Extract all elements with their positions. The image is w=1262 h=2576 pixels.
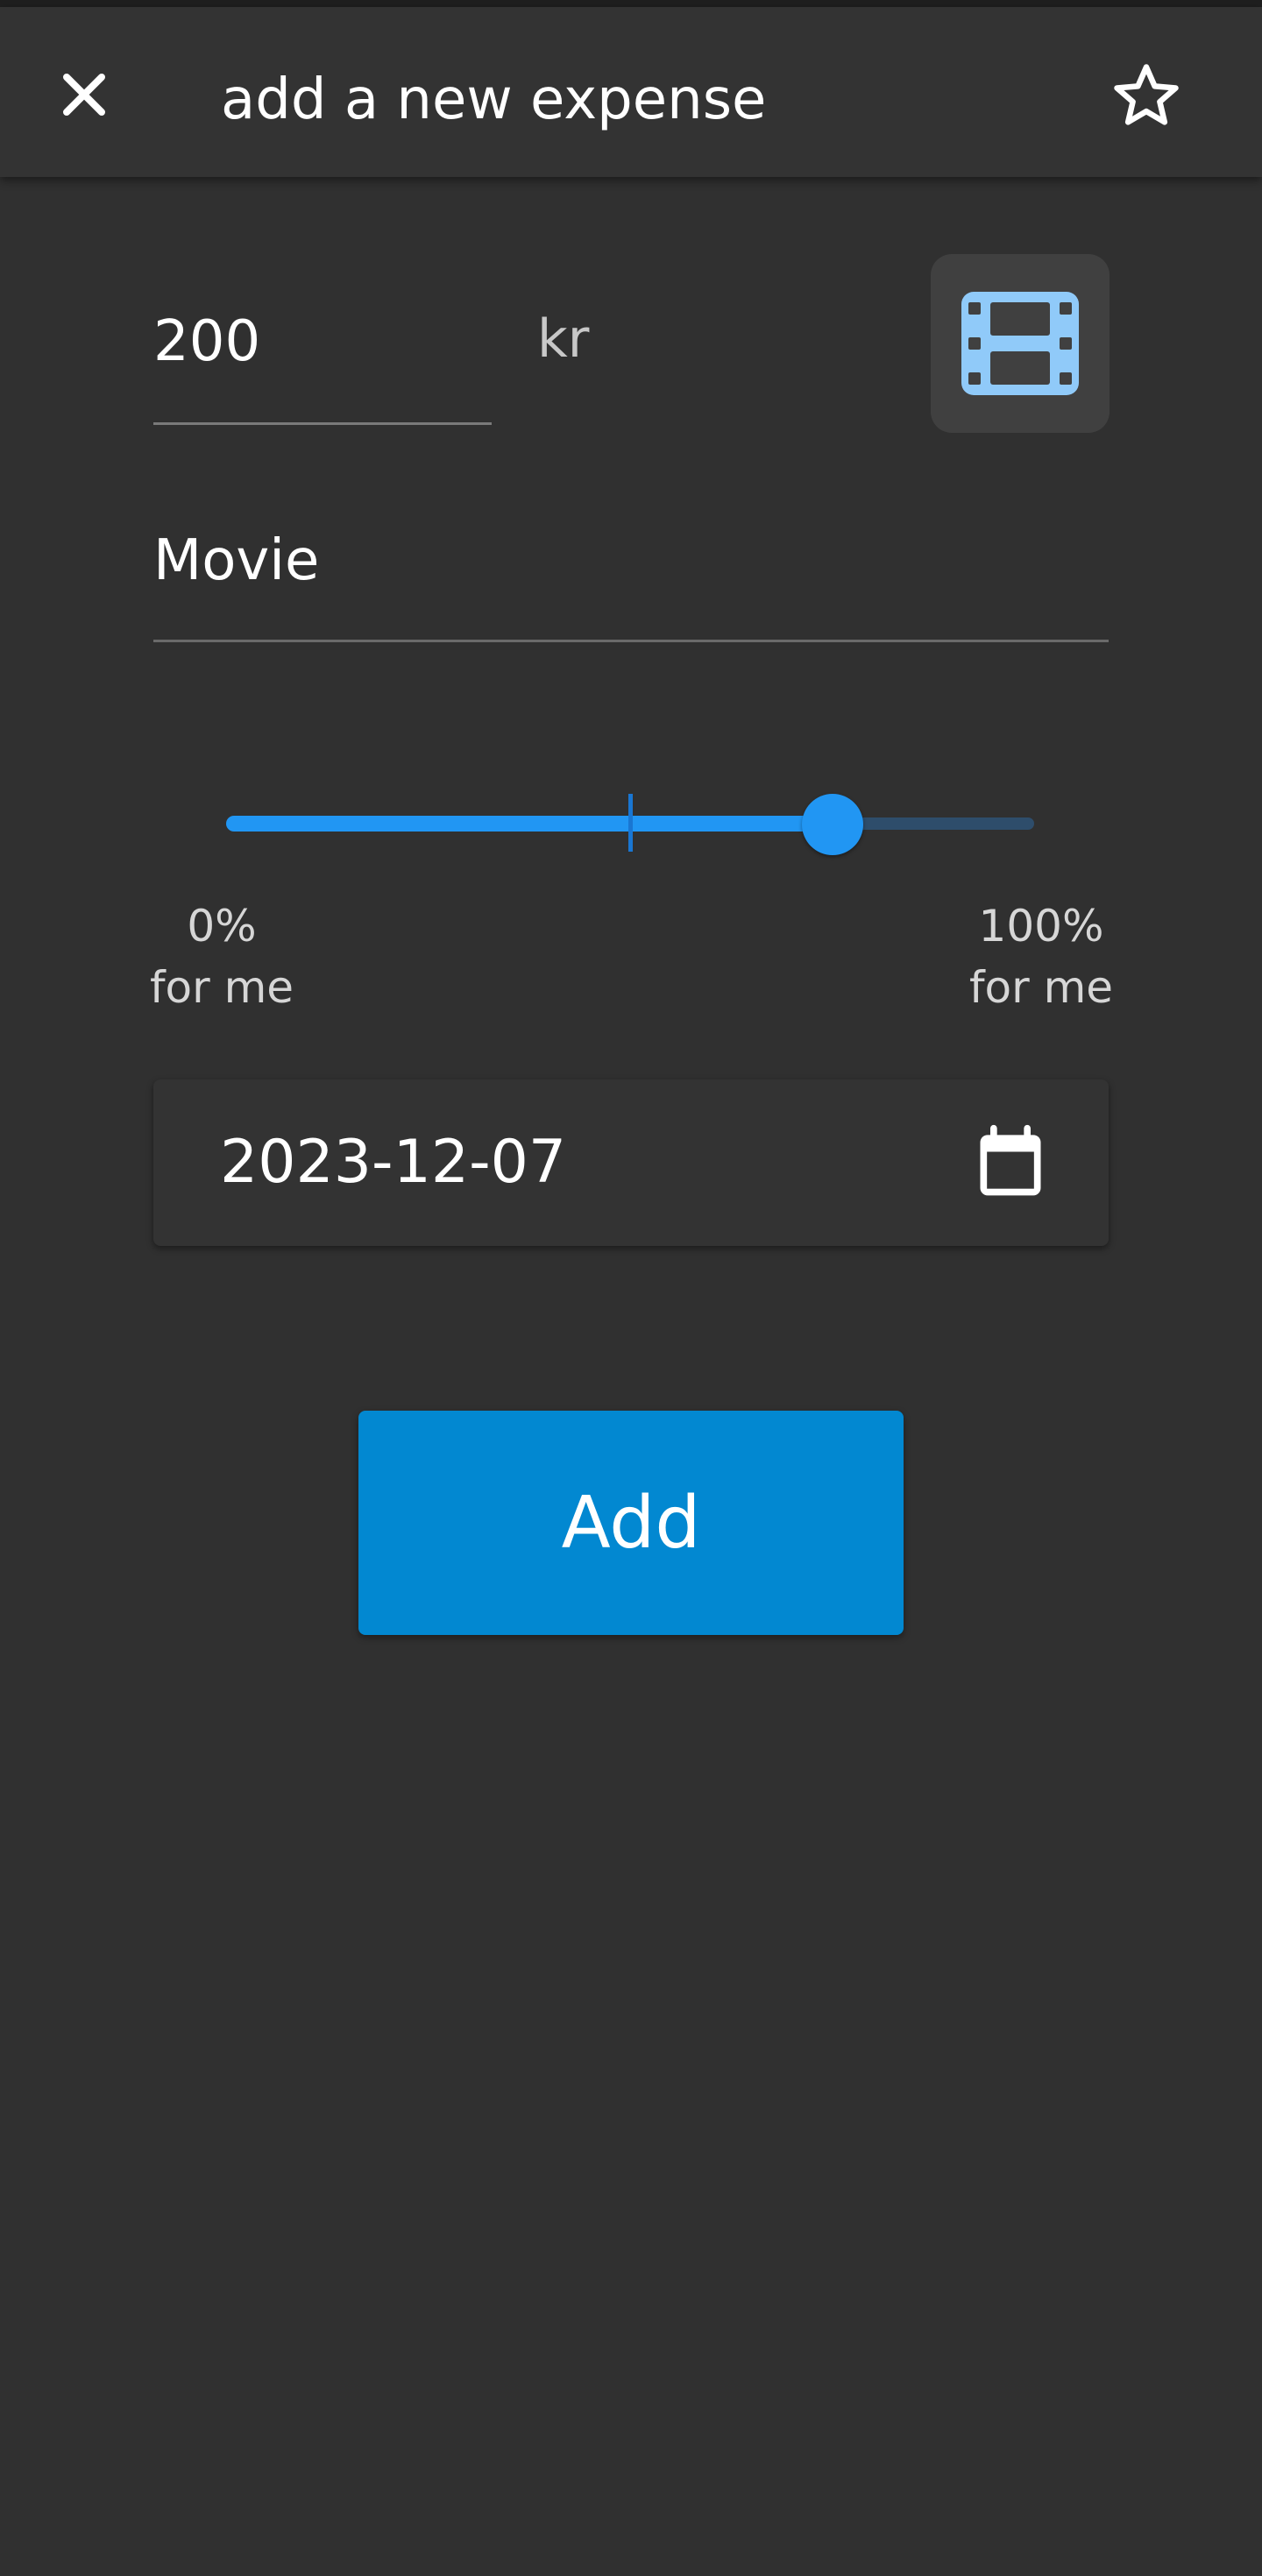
calendar-icon[interactable] <box>970 1122 1051 1202</box>
description-field[interactable] <box>153 517 1109 642</box>
slider-min-label: 0% for me <box>138 895 305 1018</box>
split-slider[interactable] <box>226 789 1034 859</box>
slider-track-active <box>226 816 833 832</box>
movie-film-icon <box>961 292 1079 395</box>
slider-max-caption: for me <box>968 962 1114 1013</box>
slider-min-percent: 0% <box>187 901 257 952</box>
currency-label: kr <box>537 308 590 370</box>
close-button[interactable] <box>49 60 119 130</box>
add-button[interactable]: Add <box>358 1411 904 1635</box>
slider-max-label: 100% for me <box>957 895 1125 1018</box>
amount-input[interactable] <box>153 298 492 386</box>
slider-max-percent: 100% <box>978 901 1104 952</box>
slider-midpoint-tick <box>628 794 633 852</box>
favorite-button[interactable] <box>1108 58 1185 135</box>
app-bar: add a new expense <box>0 7 1262 177</box>
slider-thumb[interactable] <box>801 794 863 855</box>
date-picker-field[interactable]: 2023-12-07 <box>153 1079 1109 1246</box>
page-title: add a new expense <box>221 67 767 132</box>
close-icon <box>63 74 105 116</box>
date-value: 2023-12-07 <box>220 1128 567 1197</box>
slider-min-caption: for me <box>149 962 294 1013</box>
status-bar <box>0 0 1262 7</box>
description-input[interactable] <box>153 517 1109 605</box>
category-button[interactable] <box>931 254 1110 433</box>
star-outline-icon <box>1114 64 1179 125</box>
amount-field[interactable] <box>153 298 492 425</box>
